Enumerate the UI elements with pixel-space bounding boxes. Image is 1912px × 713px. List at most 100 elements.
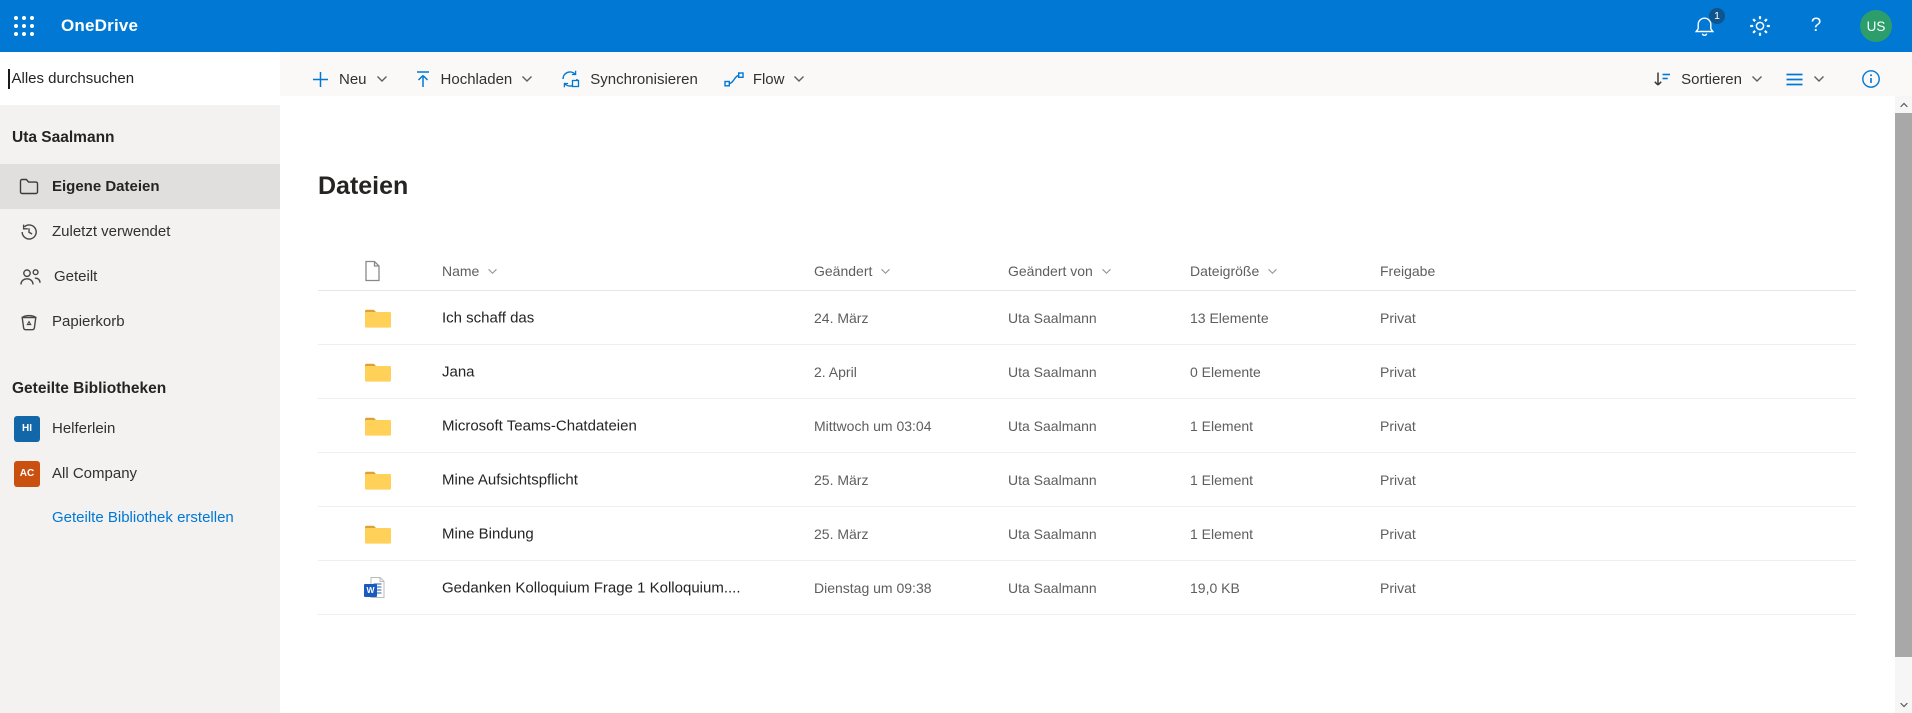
library-badge: HI: [14, 415, 40, 442]
files-table: Name Geändert Geändert von Dateigröße Fr…: [318, 252, 1856, 615]
notifications-button[interactable]: 1: [1692, 8, 1725, 38]
info-icon: [1862, 70, 1880, 88]
file-size: 0 Elemente: [1190, 363, 1261, 380]
onedrive-brand[interactable]: OneDrive: [61, 16, 138, 36]
recycle-bin-icon: [21, 314, 37, 330]
text-cursor: [8, 68, 10, 89]
flow-button-label: Flow: [752, 70, 785, 88]
word-document-icon: W: [364, 576, 388, 600]
history-icon: [21, 223, 37, 240]
sidebar-library-helferlein[interactable]: HI Helferlein: [0, 406, 280, 451]
gear-icon: [1750, 16, 1770, 36]
file-sharing: Privat: [1380, 363, 1416, 380]
command-bar-left: Neu Hochladen Synchronisieren Flow: [280, 69, 816, 89]
file-size: 1 Element: [1190, 471, 1254, 488]
file-name[interactable]: Ich schaff das: [442, 309, 534, 326]
sidebar-item-zuletzt-verwendet[interactable]: Zuletzt verwendet: [0, 209, 280, 254]
file-name[interactable]: Gedanken Kolloquium Frage 1 Kolloquium..…: [442, 579, 741, 596]
chevron-down-icon: [1102, 268, 1111, 274]
column-header-modified[interactable]: Geändert: [814, 263, 891, 279]
upload-button-label: Hochladen: [440, 70, 513, 88]
chevron-down-icon: [522, 76, 533, 82]
chevron-down-icon: [794, 76, 805, 82]
column-label: Name: [442, 263, 480, 279]
library-label: Helferlein: [52, 420, 116, 437]
table-row[interactable]: Mine Aufsichtspflicht 25. März Uta Saalm…: [318, 453, 1856, 507]
scroll-down-arrow[interactable]: [1895, 696, 1912, 713]
vertical-scrollbar[interactable]: [1895, 96, 1912, 713]
column-label: Freigabe: [1380, 263, 1436, 279]
sidebar-item-papierkorb[interactable]: Papierkorb: [0, 299, 280, 344]
file-size: 1 Element: [1190, 417, 1254, 434]
scrollbar-thumb[interactable]: [1895, 113, 1912, 657]
file-modified-by: Uta Saalmann: [1008, 309, 1097, 326]
flow-icon: [724, 71, 744, 87]
file-name[interactable]: Microsoft Teams-Chatdateien: [442, 417, 637, 434]
create-shared-library-link[interactable]: Geteilte Bibliothek erstellen: [0, 496, 280, 526]
sidebar-item-geteilt[interactable]: Geteilt: [0, 254, 280, 299]
sidebar-item-eigene-dateien[interactable]: Eigene Dateien: [0, 164, 280, 209]
table-row[interactable]: Mine Bindung 25. März Uta Saalmann 1 Ele…: [318, 507, 1856, 561]
table-row[interactable]: Jana 2. April Uta Saalmann 0 Elemente Pr…: [318, 345, 1856, 399]
view-options-button[interactable]: [1778, 72, 1832, 87]
help-button[interactable]: ?: [1804, 14, 1828, 38]
file-modified-by: Uta Saalmann: [1008, 363, 1097, 380]
file-size: 1 Element: [1190, 525, 1254, 542]
chevron-down-icon: [1752, 76, 1762, 82]
upload-icon: [416, 70, 429, 87]
table-header-row: Name Geändert Geändert von Dateigröße Fr…: [318, 252, 1856, 291]
column-header-modified-by[interactable]: Geändert von: [1008, 263, 1112, 279]
file-type-column-icon: [364, 260, 381, 282]
table-row[interactable]: Microsoft Teams-Chatdateien Mittwoch um …: [318, 399, 1856, 453]
sort-button-label: Sortieren: [1681, 70, 1742, 88]
details-pane-button[interactable]: [1854, 69, 1888, 89]
column-label: Dateigröße: [1190, 263, 1260, 279]
people-icon: [20, 268, 41, 285]
new-button[interactable]: Neu: [300, 70, 399, 89]
chevron-down-icon: [376, 76, 387, 82]
chevron-down-icon: [1899, 702, 1908, 707]
file-browser-content: Dateien Name Geändert Geändert von Datei…: [280, 96, 1912, 713]
file-name[interactable]: Mine Aufsichtspflicht: [442, 471, 578, 488]
settings-button[interactable]: [1748, 14, 1772, 38]
sidebar-item-label: Geteilt: [54, 268, 98, 285]
left-navigation: Uta Saalmann Eigene Dateien Zuletzt verw…: [0, 105, 280, 713]
sync-button[interactable]: Synchronisieren: [548, 69, 709, 89]
file-sharing: Privat: [1380, 417, 1416, 434]
file-sharing: Privat: [1380, 309, 1416, 326]
scroll-up-arrow[interactable]: [1895, 96, 1912, 113]
chevron-down-icon: [881, 268, 891, 274]
sidebar-item-label: Eigene Dateien: [52, 178, 160, 195]
document-icon: [365, 260, 380, 282]
table-row[interactable]: W Gedanken Kolloquium Frage 1 Kolloquium…: [318, 561, 1856, 615]
column-header-name[interactable]: Name: [442, 263, 498, 279]
account-avatar[interactable]: US: [1860, 10, 1892, 42]
library-badge: AC: [14, 460, 40, 487]
column-header-size[interactable]: Dateigröße: [1190, 263, 1278, 279]
file-name[interactable]: Mine Bindung: [442, 525, 534, 542]
flow-button[interactable]: Flow: [713, 71, 817, 88]
file-name[interactable]: Jana: [442, 363, 475, 380]
chevron-down-icon: [1268, 268, 1278, 274]
file-sharing: Privat: [1380, 471, 1416, 488]
waffle-icon: [14, 16, 34, 36]
table-row[interactable]: Ich schaff das 24. März Uta Saalmann 13 …: [318, 291, 1856, 345]
file-sharing: Privat: [1380, 579, 1416, 596]
file-modified-by: Uta Saalmann: [1008, 579, 1097, 596]
plus-icon: [313, 71, 328, 87]
upload-button[interactable]: Hochladen: [403, 70, 545, 89]
sidebar-item-label: Papierkorb: [52, 313, 125, 330]
file-size: 13 Elemente: [1190, 309, 1269, 326]
sort-button[interactable]: Sortieren: [1645, 70, 1770, 88]
file-modified: 25. März: [814, 471, 869, 488]
chevron-down-icon: [488, 268, 498, 274]
column-header-sharing[interactable]: Freigabe: [1380, 263, 1435, 279]
help-icon: ?: [1810, 15, 1822, 36]
column-label: Geändert: [814, 263, 873, 279]
folder-icon: [364, 307, 392, 329]
library-label: All Company: [52, 465, 138, 482]
folder-icon: [364, 523, 392, 545]
search-input[interactable]: Alles durchsuchen: [0, 52, 280, 105]
sidebar-library-all-company[interactable]: AC All Company: [0, 451, 280, 496]
app-launcher-waffle-icon[interactable]: [0, 0, 48, 52]
